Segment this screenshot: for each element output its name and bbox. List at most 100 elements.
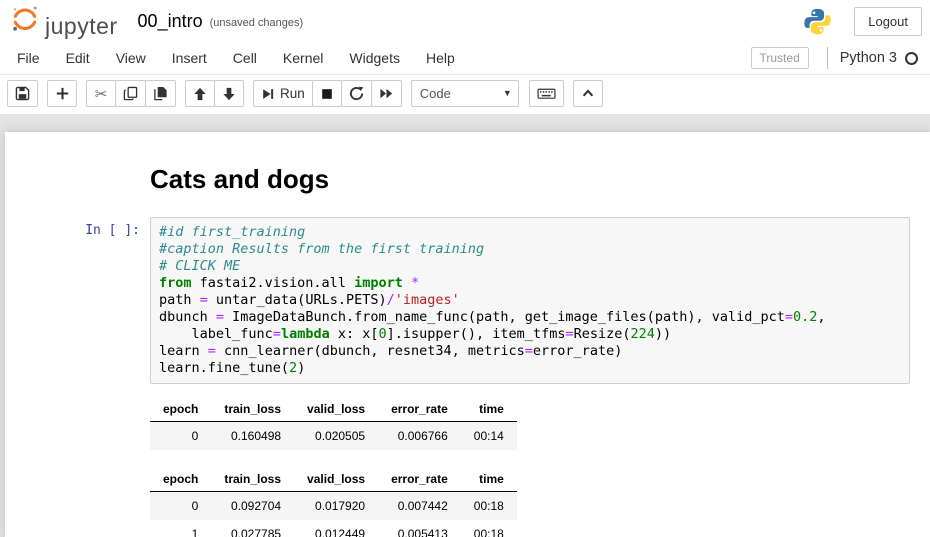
scissors-icon: ✂	[95, 85, 108, 103]
save-button[interactable]	[7, 80, 38, 107]
code-token: =	[525, 343, 533, 359]
cell-type-select[interactable]: Code	[411, 80, 519, 107]
paste-button[interactable]	[145, 80, 176, 107]
code-token: =	[565, 326, 573, 342]
code-token: 0	[379, 326, 387, 342]
menu-item-help[interactable]: Help	[413, 43, 468, 73]
training-results-table: epochtrain_lossvalid_losserror_ratetime0…	[150, 396, 517, 450]
stop-icon	[320, 87, 334, 101]
menu-item-edit[interactable]: Edit	[53, 43, 103, 73]
menu-item-view[interactable]: View	[103, 43, 159, 73]
menu-item-insert[interactable]: Insert	[159, 43, 220, 73]
menu-item-file[interactable]: File	[4, 43, 53, 73]
code-token: *	[411, 275, 419, 291]
checkpoint-status: (unsaved changes)	[210, 13, 304, 29]
restart-refresh-icon	[349, 86, 364, 101]
insert-cell-below-button[interactable]	[47, 80, 77, 107]
notebook-container: Cats and dogs In [ ]: #id first_training…	[5, 132, 930, 537]
save-icon	[15, 86, 30, 101]
code-token: 224	[631, 326, 655, 342]
chevron-up-icon	[581, 87, 595, 100]
input-prompt: In [ ]:	[5, 217, 150, 384]
site-background: Cats and dogs In [ ]: #id first_training…	[0, 114, 930, 537]
move-cell-down-button[interactable]	[214, 80, 244, 107]
output-area: epochtrain_lossvalid_losserror_ratetime0…	[150, 384, 930, 537]
table-cell: 0	[150, 422, 211, 451]
code-token: cnn_learner(dbunch, resnet34, metrics	[216, 343, 525, 359]
kernel-name: Python 3	[840, 50, 897, 66]
code-editor[interactable]: #id first_training#caption Results from …	[150, 217, 910, 384]
code-token: #caption Results from the first training	[159, 241, 484, 257]
jupyter-logo-text: jupyter	[45, 15, 118, 40]
trusted-button[interactable]: Trusted	[751, 47, 809, 69]
notebook-title[interactable]: 00_intro	[138, 11, 203, 32]
code-token: learn.fine_tune(	[159, 360, 289, 376]
code-token: =	[273, 326, 281, 342]
arrow-up-icon	[193, 87, 207, 101]
table-cell: 0.092704	[211, 492, 294, 521]
table-cell: 0.160498	[211, 422, 294, 451]
table-cell: 0.027785	[211, 520, 294, 537]
column-header: time	[461, 396, 517, 422]
command-palette-button[interactable]	[529, 80, 564, 107]
code-token: # CLICK ME	[159, 258, 240, 274]
copy-icon	[123, 86, 138, 101]
kernel-idle-indicator-icon	[905, 52, 918, 65]
notebook-header: jupyter 00_intro (unsaved changes) Logou…	[0, 0, 930, 114]
code-token: from	[159, 275, 192, 291]
collapse-toolbar-button[interactable]	[573, 80, 603, 107]
code-line: #caption Results from the first training	[159, 241, 901, 258]
code-token: x: x[	[330, 326, 379, 342]
markdown-cell[interactable]: Cats and dogs	[5, 148, 930, 217]
code-token: =	[785, 309, 793, 325]
cut-button[interactable]: ✂	[86, 80, 116, 107]
column-header: train_loss	[211, 466, 294, 492]
code-token: 2	[289, 360, 297, 376]
column-header: time	[461, 466, 517, 492]
interrupt-kernel-button[interactable]	[312, 80, 342, 107]
logout-button[interactable]: Logout	[854, 7, 922, 36]
column-header: epoch	[150, 466, 211, 492]
menu-item-cell[interactable]: Cell	[220, 43, 270, 73]
menu-item-kernel[interactable]: Kernel	[270, 43, 336, 73]
move-cell-up-button[interactable]	[185, 80, 215, 107]
code-token: import	[354, 275, 403, 291]
code-cell[interactable]: In [ ]: #id first_training#caption Resul…	[5, 217, 930, 384]
code-token: #id first_training	[159, 224, 305, 240]
code-token: =	[200, 292, 208, 308]
jupyter-logo[interactable]: jupyter	[10, 3, 118, 40]
column-header: valid_loss	[294, 396, 378, 422]
run-button[interactable]: Run	[253, 80, 313, 107]
copy-button[interactable]	[115, 80, 146, 107]
keyboard-icon	[537, 86, 556, 101]
column-header: epoch	[150, 396, 211, 422]
table-row: 00.1604980.0205050.00676600:14	[150, 422, 517, 451]
python-logo-icon	[803, 7, 832, 36]
code-token: label_func	[159, 326, 273, 342]
restart-run-all-button[interactable]	[371, 80, 402, 107]
code-line: learn = cnn_learner(dbunch, resnet34, me…	[159, 343, 901, 360]
fast-forward-icon	[379, 86, 394, 101]
code-token: ,	[817, 309, 825, 325]
code-token: 0.2	[793, 309, 817, 325]
markdown-prompt-area	[5, 148, 150, 217]
menu: FileEditViewInsertCellKernelWidgetsHelp	[4, 43, 468, 73]
code-token: =	[216, 309, 224, 325]
table-cell: 1	[150, 520, 211, 537]
table-cell: 0.007442	[378, 492, 461, 521]
code-token: Resize(	[574, 326, 631, 342]
code-line: dbunch = ImageDataBunch.from_name_func(p…	[159, 309, 901, 326]
menu-item-widgets[interactable]: Widgets	[336, 43, 413, 73]
code-token: learn	[159, 343, 208, 359]
code-token: /	[387, 292, 395, 308]
table-cell: 0.012449	[294, 520, 378, 537]
menu-bar: FileEditViewInsertCellKernelWidgetsHelp …	[0, 42, 930, 75]
table-cell: 00:14	[461, 422, 517, 451]
table-cell: 0.017920	[294, 492, 378, 521]
restart-kernel-button[interactable]	[341, 80, 372, 107]
table-cell: 00:18	[461, 520, 517, 537]
paste-icon	[153, 86, 168, 101]
code-token: )	[297, 360, 305, 376]
menu-divider	[827, 47, 828, 69]
table-cell: 0.020505	[294, 422, 378, 451]
